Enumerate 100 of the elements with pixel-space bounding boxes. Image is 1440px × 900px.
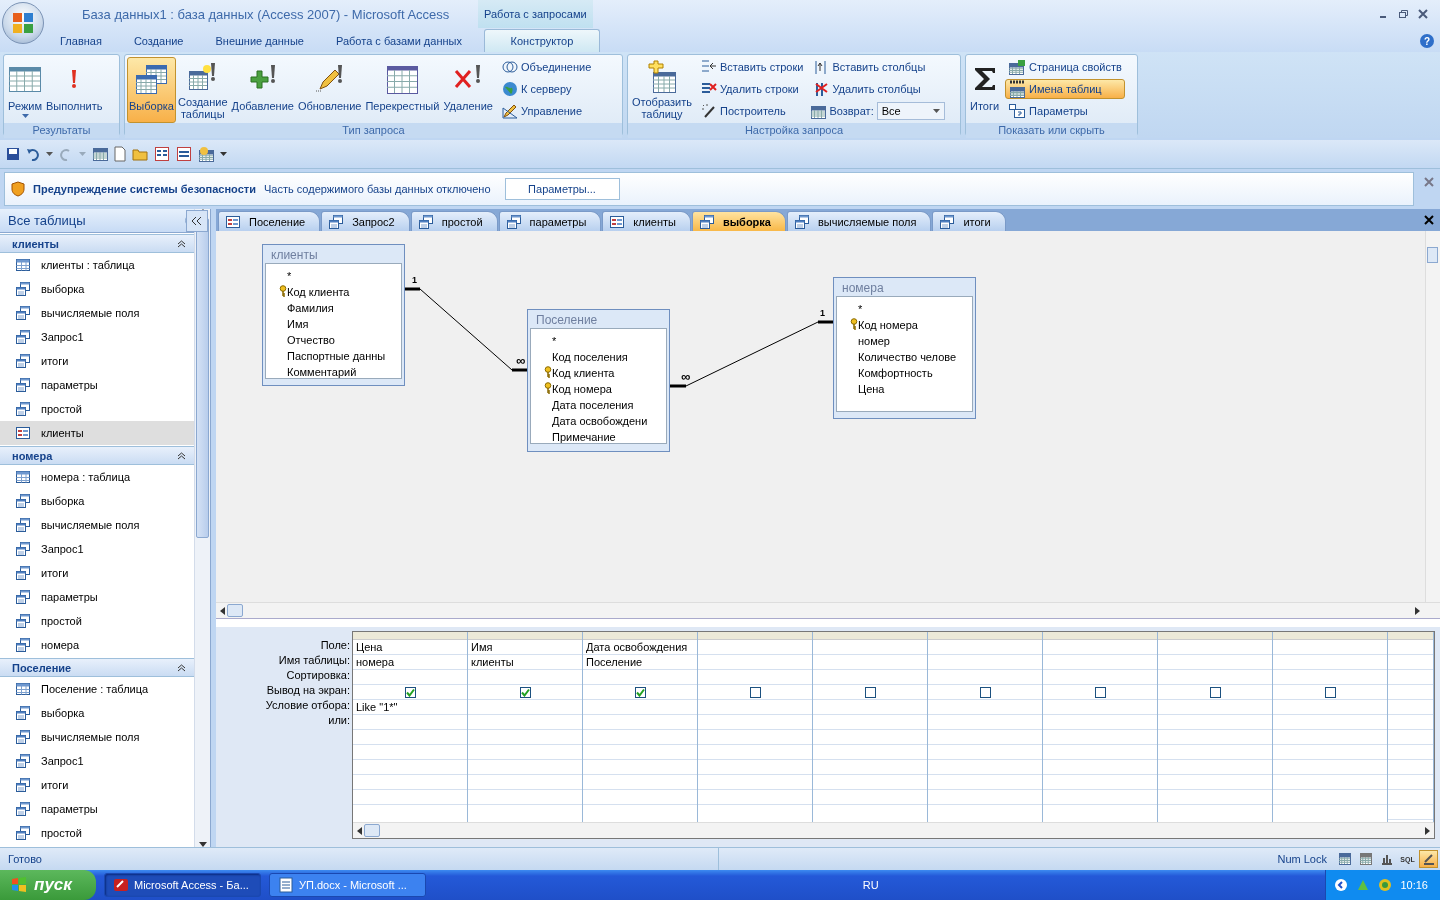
document-tab[interactable]: параметры	[498, 211, 602, 231]
scroll-thumb[interactable]	[227, 604, 243, 617]
nav-item[interactable]: итоги	[0, 773, 194, 797]
ribbon-button[interactable]: Удаление	[441, 57, 495, 123]
view-button[interactable]	[1419, 850, 1438, 868]
document-tab[interactable]: Запрос2	[321, 211, 410, 231]
ribbon-button[interactable]: Построитель	[697, 101, 807, 121]
ribbon-button[interactable]: Страница свойств	[1005, 57, 1125, 77]
ribbon-tab[interactable]: Работа с базами данных	[319, 29, 478, 52]
ribbon-tab[interactable]: Создание	[117, 29, 200, 52]
nav-item[interactable]: вычисляемые поля	[0, 513, 194, 537]
table-field-list[interactable]: номера * Код номера номер Количество челове Комфортность Цена	[833, 277, 976, 419]
field-item[interactable]: Паспортные данны	[266, 348, 401, 364]
nav-item[interactable]: номера : таблица	[0, 465, 194, 489]
nav-item[interactable]: номера	[0, 633, 194, 657]
field-item[interactable]: *	[266, 268, 401, 284]
field-item[interactable]: Код номера	[837, 317, 972, 333]
scrollbar[interactable]	[353, 822, 1434, 838]
ribbon-tab[interactable]: Конструктор	[483, 29, 600, 52]
ribbon-button[interactable]: Выборка	[127, 57, 176, 123]
field-item[interactable]: Примечание	[531, 429, 666, 443]
field-cell[interactable]: Цена	[353, 640, 467, 655]
ribbon-button[interactable]: Выполнить	[44, 57, 105, 123]
field-item[interactable]: Дата освобождени	[531, 413, 666, 429]
show-checkbox[interactable]	[979, 686, 991, 698]
ribbon-button[interactable]: Вставить столбцы	[810, 57, 945, 77]
form-icon[interactable]	[154, 146, 170, 162]
show-checkbox[interactable]	[404, 686, 416, 698]
document-tab[interactable]: простой	[410, 211, 498, 231]
nav-item[interactable]: простой	[0, 397, 194, 421]
undo-icon[interactable]	[26, 147, 40, 161]
field-item[interactable]: *	[837, 301, 972, 317]
query-wizard-icon[interactable]	[198, 146, 214, 162]
ribbon-tab[interactable]: Главная	[44, 29, 118, 52]
document-tab[interactable]: итоги	[932, 211, 1006, 231]
ribbon-tab[interactable]: Внешние данные	[199, 29, 320, 52]
field-item[interactable]: Количество челове	[837, 349, 972, 365]
scrollbar[interactable]	[194, 209, 210, 847]
show-checkbox[interactable]	[1324, 686, 1336, 698]
field-item[interactable]: Комфортность	[837, 365, 972, 381]
ribbon-button[interactable]: Обновление	[295, 57, 364, 123]
nav-item[interactable]: простой	[0, 821, 194, 845]
nav-item[interactable]: параметры	[0, 373, 194, 397]
ribbon-button[interactable]: Отобразить таблицу	[630, 57, 694, 123]
table-name-cell[interactable]: Поселение	[583, 655, 697, 670]
ribbon-button[interactable]: Создание таблицы	[175, 57, 230, 123]
network-icon[interactable]	[1356, 878, 1371, 892]
nav-item[interactable]: Запрос1	[0, 537, 194, 561]
relationship-line[interactable]	[670, 320, 833, 388]
nav-group-header[interactable]: Поселение	[0, 658, 194, 677]
nav-item[interactable]: параметры	[0, 585, 194, 609]
scrollbar[interactable]	[1425, 231, 1440, 602]
field-item[interactable]: номер	[837, 333, 972, 349]
nav-item[interactable]: Запрос1	[0, 749, 194, 773]
nav-item[interactable]: итоги	[0, 561, 194, 585]
ribbon-button[interactable]: Удалить столбцы	[810, 79, 945, 99]
ribbon-button[interactable]: К серверу	[498, 79, 595, 99]
taskbar-button[interactable]: УП.docx - Microsoft ...	[269, 873, 426, 897]
close-icon[interactable]	[1418, 9, 1428, 19]
save-icon[interactable]	[6, 147, 20, 161]
nav-group-header[interactable]: клиенты	[0, 234, 194, 253]
help-button[interactable]: ?	[1420, 34, 1434, 48]
column-selector[interactable]	[928, 632, 1042, 640]
field-item[interactable]: Отчество	[266, 332, 401, 348]
column-selector[interactable]	[698, 632, 812, 640]
options-button[interactable]: Параметры...	[504, 178, 620, 200]
datasheet-icon[interactable]	[92, 146, 108, 162]
relationship-line[interactable]	[405, 287, 527, 372]
nav-item[interactable]: Поселение : таблица	[0, 677, 194, 701]
report-icon[interactable]	[176, 146, 192, 162]
field-item[interactable]: Код поселения	[531, 349, 666, 365]
ribbon-button[interactable]: Объединение	[498, 57, 595, 77]
table-field-list[interactable]: Поселение * Код поселения Код клиента Код номера Дата поселения Дата освобождени Примечание	[527, 309, 670, 452]
field-item[interactable]: Цена	[837, 381, 972, 397]
table-name-cell[interactable]: номера	[353, 655, 467, 670]
ribbon-button[interactable]: Имена таблиц	[1005, 79, 1125, 99]
criteria-cell[interactable]: Like "1*"	[353, 700, 467, 715]
column-selector[interactable]	[468, 632, 582, 640]
nav-item[interactable]: простой	[0, 609, 194, 633]
navigation-pane-header[interactable]: Все таблицы	[0, 209, 194, 233]
field-cell[interactable]: Имя	[468, 640, 582, 655]
new-document-icon[interactable]	[114, 146, 126, 162]
taskbar-button[interactable]: Microsoft Access - Ба...	[104, 873, 261, 897]
document-tab[interactable]: Поселение	[218, 211, 321, 231]
field-item[interactable]: Имя	[266, 316, 401, 332]
nav-item[interactable]: вычисляемые поля	[0, 301, 194, 325]
ribbon-button[interactable]: Управление	[498, 101, 595, 121]
ribbon-button[interactable]: Режим	[6, 57, 44, 123]
folder-icon[interactable]	[132, 147, 148, 161]
scroll-thumb[interactable]	[364, 824, 380, 837]
column-selector[interactable]	[1043, 632, 1157, 640]
show-checkbox[interactable]	[1209, 686, 1221, 698]
column-selector[interactable]	[813, 632, 927, 640]
field-item[interactable]: Код клиента	[531, 365, 666, 381]
shield-tray-icon[interactable]	[1378, 878, 1393, 892]
ribbon-button[interactable]: Вставить строки	[697, 57, 807, 77]
document-tab[interactable]: вычисляемые поля	[786, 211, 932, 231]
document-tab[interactable]: клиенты	[602, 211, 691, 231]
field-item[interactable]: Фамилия	[266, 300, 401, 316]
column-selector[interactable]	[1273, 632, 1387, 640]
